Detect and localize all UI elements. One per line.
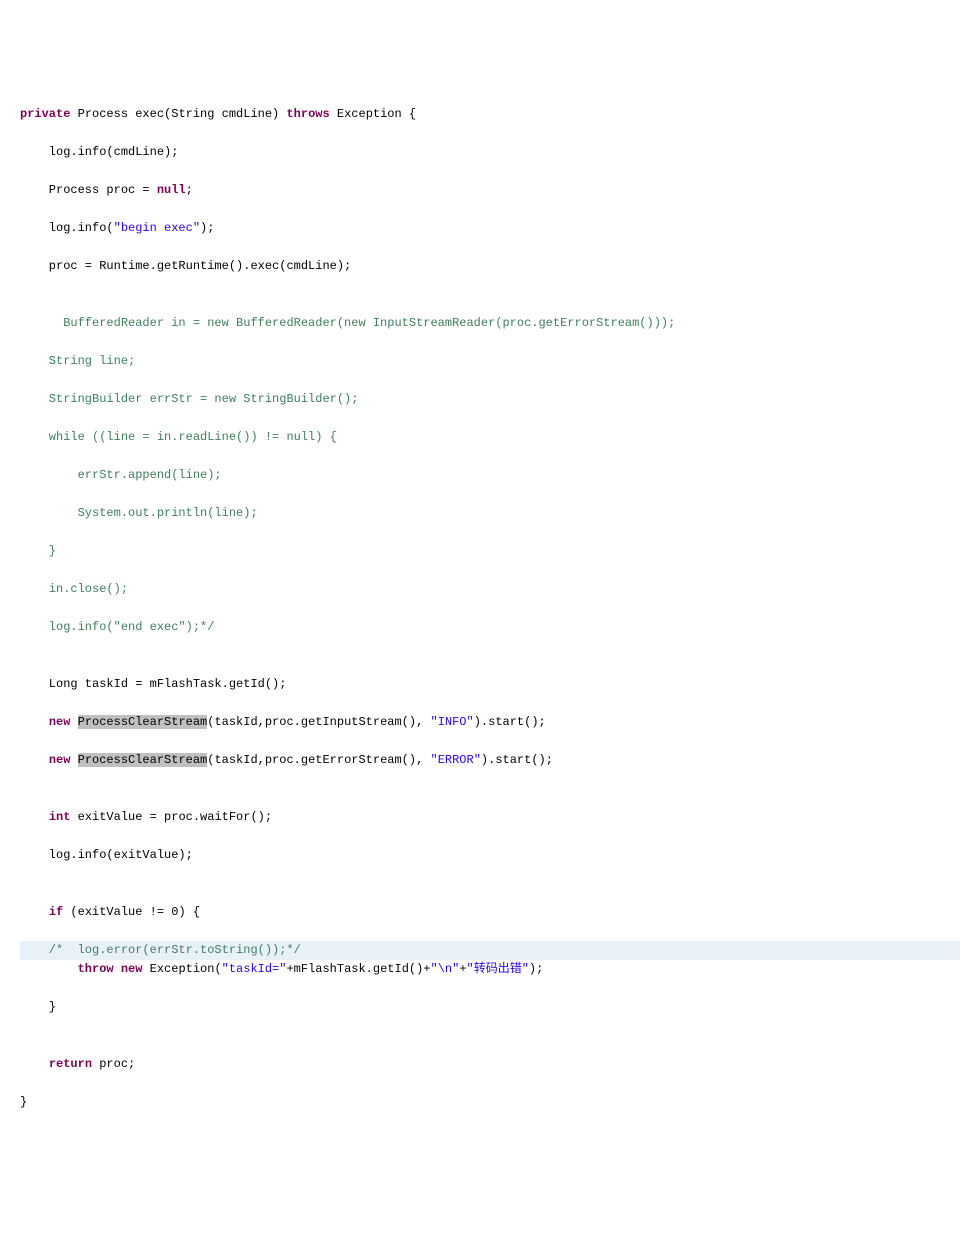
comment-text: BufferedReader in = new BufferedReader(n… (20, 316, 675, 330)
keyword-new: new (121, 962, 143, 976)
keyword-throw: throw (78, 962, 114, 976)
code-text (20, 810, 49, 824)
code-text: } (20, 1095, 27, 1109)
code-line: log.info("end exec");*/ (20, 618, 960, 637)
string-literal: "\n" (431, 962, 460, 976)
code-line: throw new Exception("taskId="+mFlashTask… (20, 960, 960, 979)
code-text: log.info( (20, 221, 114, 235)
code-line: if (exitValue != 0) { (20, 903, 960, 922)
code-line: String line; (20, 352, 960, 371)
keyword-null: null (157, 183, 186, 197)
code-line: } (20, 1093, 960, 1112)
code-line: log.info(cmdLine); (20, 143, 960, 162)
comment-text: in.close(); (20, 582, 128, 596)
code-line: int exitValue = proc.waitFor(); (20, 808, 960, 827)
code-text: (taskId,proc.getInputStream(), (207, 715, 430, 729)
selected-text: ProcessClearStream (78, 715, 208, 729)
code-line: Process proc = null; (20, 181, 960, 200)
comment-text: errStr.append(line); (20, 468, 222, 482)
code-line: errStr.append(line); (20, 466, 960, 485)
keyword-if: if (49, 905, 63, 919)
code-line: BufferedReader in = new BufferedReader(n… (20, 314, 960, 333)
comment-text: } (20, 544, 56, 558)
code-text: Process exec(String cmdLine) (70, 107, 286, 121)
comment-text: log.info("end exec");*/ (20, 620, 214, 634)
code-line: Long taskId = mFlashTask.getId(); (20, 675, 960, 694)
code-text: Exception { (330, 107, 416, 121)
code-line: } (20, 998, 960, 1017)
comment-text: while ((line = in.readLine()) != null) { (20, 430, 337, 444)
code-text: Exception( (142, 962, 221, 976)
code-text: } (20, 1000, 56, 1014)
code-text: log.info(cmdLine); (20, 145, 178, 159)
string-literal: "begin exec" (114, 221, 200, 235)
code-line: StringBuilder errStr = new StringBuilder… (20, 390, 960, 409)
comment-text: String line; (20, 354, 135, 368)
keyword-new: new (49, 715, 71, 729)
code-text: (taskId,proc.getErrorStream(), (207, 753, 430, 767)
code-line: } (20, 542, 960, 561)
code-text (70, 753, 77, 767)
code-line: private Process exec(String cmdLine) thr… (20, 105, 960, 124)
code-text (20, 962, 78, 976)
code-text: (exitValue != 0) { (63, 905, 200, 919)
code-text: ).start(); (481, 753, 553, 767)
code-text: ; (186, 183, 193, 197)
code-text: Process proc = (20, 183, 157, 197)
code-text (114, 962, 121, 976)
code-line-highlighted: /* log.error(errStr.toString());*/ (20, 941, 960, 960)
code-line: while ((line = in.readLine()) != null) { (20, 428, 960, 447)
code-text: proc; (92, 1057, 135, 1071)
code-line: log.info(exitValue); (20, 846, 960, 865)
string-literal: "INFO" (431, 715, 474, 729)
code-block: private Process exec(String cmdLine) thr… (20, 86, 960, 1131)
selected-text: ProcessClearStream (78, 753, 208, 767)
string-literal: "ERROR" (431, 753, 481, 767)
code-text: Long taskId = mFlashTask.getId(); (20, 677, 286, 691)
code-line: log.info("begin exec"); (20, 219, 960, 238)
code-text: ); (529, 962, 543, 976)
keyword-throws: throws (286, 107, 329, 121)
string-literal: "转码出错" (467, 962, 529, 976)
comment-text: StringBuilder errStr = new StringBuilder… (20, 392, 358, 406)
code-text: +mFlashTask.getId()+ (286, 962, 430, 976)
code-text: ); (200, 221, 214, 235)
keyword-return: return (49, 1057, 92, 1071)
code-line: return proc; (20, 1055, 960, 1074)
code-text (70, 715, 77, 729)
keyword-int: int (49, 810, 71, 824)
code-text (20, 905, 49, 919)
keyword-private: private (20, 107, 70, 121)
string-literal: "taskId=" (222, 962, 287, 976)
keyword-new: new (49, 753, 71, 767)
code-line: new ProcessClearStream(taskId,proc.getIn… (20, 713, 960, 732)
comment-text: /* log.error(errStr.toString());*/ (20, 943, 301, 957)
code-text (20, 753, 49, 767)
code-line: proc = Runtime.getRuntime().exec(cmdLine… (20, 257, 960, 276)
code-text: exitValue = proc.waitFor(); (70, 810, 272, 824)
code-line: in.close(); (20, 580, 960, 599)
code-text: log.info(exitValue); (20, 848, 193, 862)
comment-text: System.out.println(line); (20, 506, 258, 520)
code-line: System.out.println(line); (20, 504, 960, 523)
code-text (20, 715, 49, 729)
code-text: ).start(); (474, 715, 546, 729)
code-text (20, 1057, 49, 1071)
code-text: proc = Runtime.getRuntime().exec(cmdLine… (20, 259, 351, 273)
code-text: + (459, 962, 466, 976)
code-line: new ProcessClearStream(taskId,proc.getEr… (20, 751, 960, 770)
